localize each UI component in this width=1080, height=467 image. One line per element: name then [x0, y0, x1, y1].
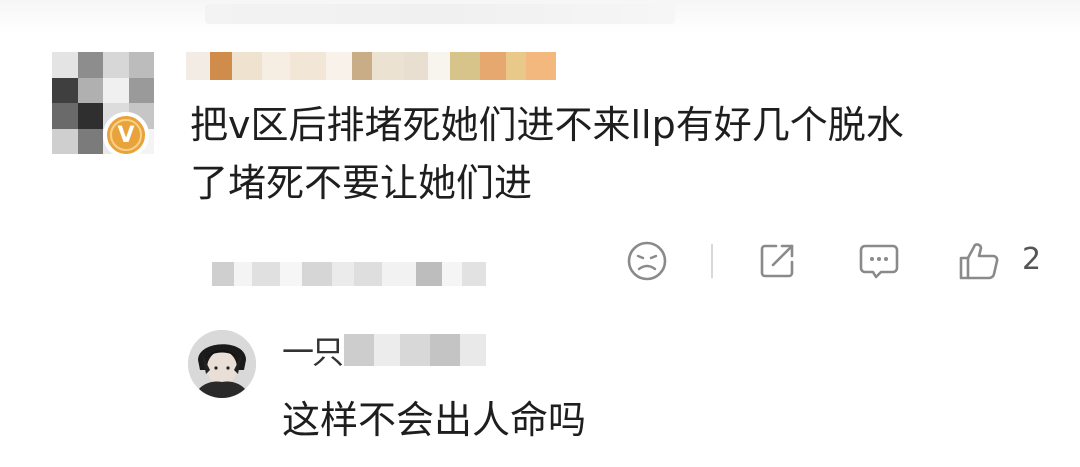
comment-button[interactable]	[856, 238, 902, 284]
avatar-photo-icon	[188, 330, 256, 398]
thumbs-up-icon	[959, 243, 999, 280]
reply-avatar[interactable]	[188, 330, 256, 398]
dislike-button[interactable]	[624, 238, 670, 284]
reply-username-blurred	[344, 334, 487, 366]
share-icon	[760, 244, 794, 278]
comment-line-2: 了堵死不要让她们进	[190, 161, 533, 205]
comment-bubble-icon	[859, 244, 899, 279]
like-count: 2	[1022, 242, 1042, 277]
comment-actions: 2	[620, 238, 1060, 284]
verified-badge-icon: V	[103, 112, 149, 158]
share-button[interactable]	[754, 238, 800, 284]
sad-face-icon	[627, 241, 667, 281]
comment-text: 把v区后排堵死她们进不来llp有好几个脱水 了堵死不要让她们进	[190, 96, 1050, 212]
verified-badge-letter: V	[117, 122, 135, 148]
reply-username-visible: 一只	[282, 333, 344, 371]
comment-line-1: 把v区后排堵死她们进不来llp有好几个脱水	[190, 103, 904, 147]
reply-text: 这样不会出人命吗	[282, 398, 587, 442]
action-divider	[711, 244, 713, 278]
timestamp-blurred	[212, 262, 486, 286]
comment-thread: V 把v区后排堵死她们进不来llp有好几个脱水 了堵死不要让她们进 2 一只 这…	[0, 0, 1080, 467]
blurred-previous-content	[205, 4, 675, 24]
username-blurred[interactable]	[186, 52, 556, 80]
reply-username[interactable]: 一只	[282, 332, 487, 371]
like-button[interactable]	[956, 238, 1002, 284]
